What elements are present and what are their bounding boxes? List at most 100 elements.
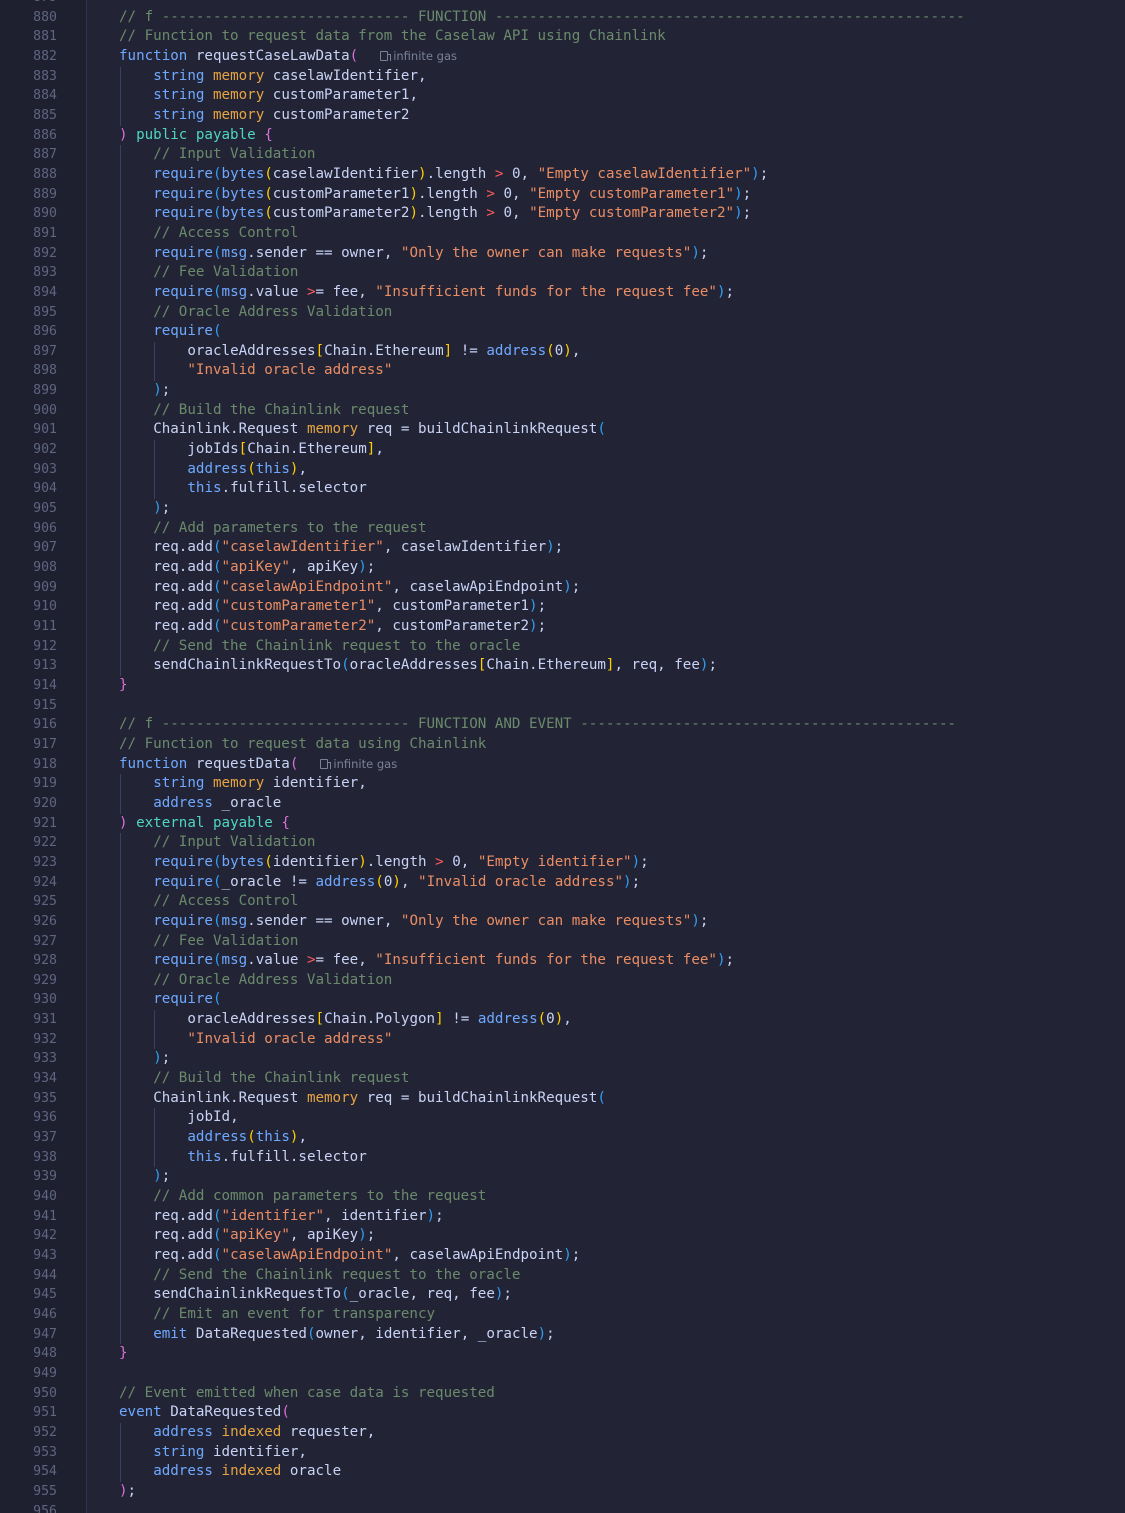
code-line[interactable]: 879 (0, 0, 1125, 8)
code-line[interactable]: 883 string memory caselawIdentifier, (0, 66, 1125, 87)
code-line[interactable]: 889 require(bytes(customParameter1).lengt… (0, 184, 1125, 205)
line-number: 883 (33, 68, 57, 84)
code-line[interactable]: 912 // Send the Chainlink request to the … (0, 636, 1125, 657)
code-line[interactable]: 891 // Access Control (0, 223, 1125, 244)
code-line[interactable]: 954 address indexed oracle (0, 1462, 1125, 1482)
code-line[interactable]: 888 require(bytes(caselawIdentifier).leng… (0, 164, 1125, 185)
code-line[interactable]: 902 jobIds[Chain.Ethereum], (0, 440, 1125, 460)
code-line[interactable]: 894 require(msg.value >= fee, "Insufficie… (0, 282, 1125, 303)
code-line[interactable]: 937 address(this), (0, 1128, 1125, 1148)
code-line[interactable]: 915 (0, 696, 1125, 716)
code-line[interactable]: 932 "Invalid oracle address" (0, 1029, 1125, 1050)
code-line[interactable]: 896 require( (0, 322, 1125, 342)
line-number: 924 (33, 874, 57, 890)
code-text: // Emit an event for transparency (153, 1305, 435, 1325)
code-line[interactable]: 922 // Input Validation (0, 833, 1125, 853)
code-line[interactable]: 914} (0, 676, 1125, 696)
code-editor[interactable]: 879880 // f -----------------------------… (0, 0, 1125, 1513)
code-line[interactable]: 895 // Oracle Address Validation (0, 302, 1125, 323)
code-token: Chainlink.Request (153, 421, 307, 438)
code-token: = fee, (315, 283, 376, 300)
code-line[interactable]: 903 address(this), (0, 459, 1125, 480)
code-line[interactable]: 892 require(msg.sender == owner, "Only th… (0, 243, 1125, 264)
code-line[interactable]: 936 jobId, (0, 1108, 1125, 1129)
code-line[interactable]: 941 req.add("identifier", identifier); (0, 1206, 1125, 1227)
code-line[interactable]: 898 "Invalid oracle address" (0, 361, 1125, 382)
code-line[interactable]: 935 Chainlink.Request memory req = buildC… (0, 1088, 1125, 1109)
code-line[interactable]: 925 // Access Control (0, 892, 1125, 912)
code-line[interactable]: 897 oracleAddresses[Chain.Ethereum] != ad… (0, 341, 1125, 362)
code-line[interactable]: 885 string memory customParameter2 (0, 105, 1125, 126)
code-line[interactable]: 924 require(_oracle != address(0), "Inval… (0, 872, 1125, 893)
code-line[interactable]: 908 req.add("apiKey", apiKey); (0, 558, 1125, 578)
code-token: ; (127, 1482, 137, 1499)
code-line[interactable]: 909 req.add("caselawApiEndpoint", caselaw… (0, 577, 1125, 598)
code-line[interactable]: 948} (0, 1344, 1125, 1364)
code-line[interactable]: 913 sendChainlinkRequestTo(oracleAddresse… (0, 656, 1125, 676)
code-line[interactable]: 900 // Build the Chainlink request (0, 400, 1125, 421)
code-line[interactable]: 890 require(bytes(customParameter2).lengt… (0, 204, 1125, 224)
code-text: ); (119, 1482, 136, 1502)
code-line[interactable]: 927 // Fee Validation (0, 931, 1125, 952)
code-line[interactable]: 910 req.add("customParameter1", customPar… (0, 597, 1125, 617)
code-line[interactable]: 916 // f ----------------------------- FU… (0, 715, 1125, 735)
code-text: } (119, 1344, 128, 1364)
code-line[interactable]: 918 function requestData(infinite gas (0, 755, 1125, 775)
code-line[interactable]: 950 // Event emitted when case data is re… (0, 1384, 1125, 1404)
code-lines[interactable]: 879880 // f -----------------------------… (0, 0, 1125, 1513)
code-line[interactable]: 881 // Function to request data from the … (0, 27, 1125, 47)
code-line[interactable]: 919 string memory identifier, (0, 774, 1125, 794)
code-line[interactable]: 943 req.add("caselawApiEndpoint", caselaw… (0, 1246, 1125, 1266)
code-line[interactable]: 907 req.add("caselawIdentifier", caselawI… (0, 538, 1125, 559)
code-text: address(this), (187, 1128, 307, 1148)
code-line[interactable]: 905); (0, 499, 1125, 519)
code-line[interactable]: 882 function requestCaseLawData(infinite … (0, 47, 1125, 67)
code-token: sendChainlinkRequestTo (153, 1286, 342, 1303)
code-line[interactable]: 887 // Input Validation (0, 145, 1125, 165)
code-line[interactable]: 942 req.add("apiKey", apiKey); (0, 1226, 1125, 1246)
code-line[interactable]: 928 require(msg.value >= fee, "Insufficie… (0, 951, 1125, 971)
code-line[interactable]: 939); (0, 1167, 1125, 1188)
code-line[interactable]: 901 Chainlink.Request memory req = buildC… (0, 420, 1125, 441)
code-line[interactable]: 886) public payable { (0, 126, 1125, 146)
code-line[interactable]: 934 // Build the Chainlink request (0, 1069, 1125, 1089)
code-line[interactable]: 926 require(msg.sender == owner, "Only th… (0, 911, 1125, 932)
code-line[interactable]: 952 address indexed requester, (0, 1422, 1125, 1443)
code-line[interactable]: 933); (0, 1049, 1125, 1070)
code-line[interactable]: 947 emit DataRequested(owner, identifier,… (0, 1324, 1125, 1345)
code-line[interactable]: 945 sendChainlinkRequestTo(_oracle, req, … (0, 1285, 1125, 1305)
code-line[interactable]: 904 this.fulfill.selector (0, 479, 1125, 500)
code-line[interactable]: 929 // Oracle Address Validation (0, 970, 1125, 991)
code-line[interactable]: 899); (0, 381, 1125, 401)
code-token: ) (716, 952, 726, 969)
code-token: address (187, 460, 248, 477)
code-line[interactable]: 956 (0, 1502, 1125, 1513)
line-number: 936 (33, 1110, 57, 1126)
code-token: 0 (554, 342, 564, 359)
code-token: this (187, 1148, 222, 1165)
indent-guide (120, 1069, 121, 1089)
code-line[interactable]: 906 // Add parameters to the request (0, 518, 1125, 539)
code-line[interactable]: 911 req.add("customParameter2", customPar… (0, 617, 1125, 637)
code-line[interactable]: 944 // Send the Chainlink request to the … (0, 1265, 1125, 1286)
code-line[interactable]: 940 // Add common parameters to the reque… (0, 1187, 1125, 1207)
code-line[interactable]: 917 // Function to request data using Cha… (0, 735, 1125, 755)
code-line[interactable]: 923 require(bytes(identifier).length > 0,… (0, 852, 1125, 873)
code-line[interactable]: 938 this.fulfill.selector (0, 1147, 1125, 1168)
code-line[interactable]: 951 event DataRequested( (0, 1403, 1125, 1423)
code-line[interactable]: 893 // Fee Validation (0, 263, 1125, 283)
code-line[interactable]: 949 (0, 1364, 1125, 1384)
code-text: string identifier, (153, 1443, 307, 1463)
code-line[interactable]: 931 oracleAddresses[Chain.Polygon] != add… (0, 1010, 1125, 1030)
code-line[interactable]: 880 // f ----------------------------- FU… (0, 8, 1125, 28)
code-token: this (187, 480, 222, 497)
code-line[interactable]: 884 string memory customParameter1, (0, 86, 1125, 106)
code-line[interactable]: 921) external payable { (0, 814, 1125, 834)
code-token: ) (358, 1227, 367, 1244)
code-line[interactable]: 920 address _oracle (0, 793, 1125, 814)
code-line[interactable]: 955); (0, 1482, 1125, 1502)
code-line[interactable]: 930 require( (0, 990, 1125, 1011)
code-line[interactable]: 953 string identifier, (0, 1442, 1125, 1463)
code-line[interactable]: 946 // Emit an event for transparency (0, 1304, 1125, 1325)
